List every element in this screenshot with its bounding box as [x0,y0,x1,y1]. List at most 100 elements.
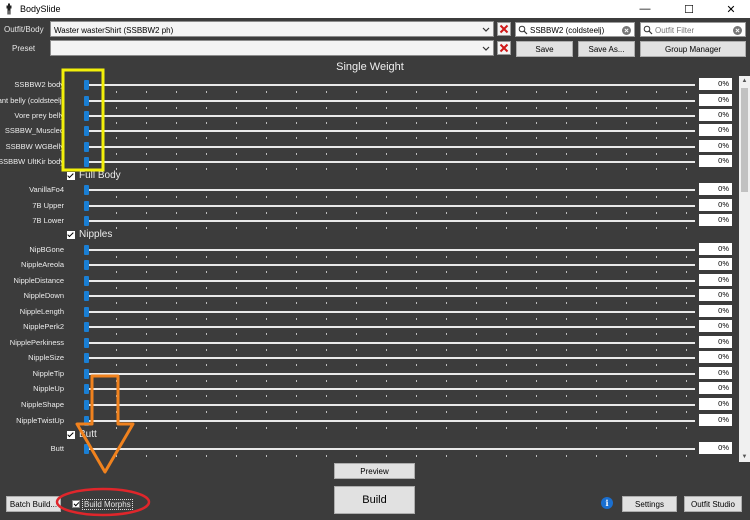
slider-thumb[interactable] [84,307,89,317]
info-icon[interactable]: i [601,497,613,509]
vertical-scrollbar[interactable]: ▲ ▼ [739,76,750,462]
slider-row: SSBBW_Muscled 0% [0,123,740,139]
slider-thumb[interactable] [84,96,89,106]
slider-label: Vore prey belly [14,111,64,120]
group-checkbox[interactable] [67,172,75,180]
slider-thumb[interactable] [84,185,89,195]
slider-value-field[interactable]: 0% [699,351,732,363]
slider-value-field[interactable]: 0% [699,199,732,211]
slider-thumb[interactable] [84,353,89,363]
slider-track[interactable] [86,311,695,313]
slider-track[interactable] [86,84,695,86]
slider-thumb[interactable] [84,322,89,332]
slider-value-field[interactable]: 0% [699,183,732,195]
slider-track[interactable] [86,189,695,191]
slider-value-field[interactable]: 0% [699,274,732,286]
slider-value-field[interactable]: 0% [699,442,732,454]
slider-thumb[interactable] [84,201,89,211]
slider-track[interactable] [86,220,695,222]
tick-mark [656,427,657,429]
tick-mark [416,168,417,170]
checkbox-checked[interactable] [72,500,80,508]
slider-track[interactable] [86,420,695,422]
slider-value-field[interactable]: 0% [699,258,732,270]
tick-mark [296,227,297,229]
slider-track[interactable] [86,115,695,117]
tick-mark [176,427,177,429]
slider-thumb[interactable] [84,111,89,121]
slider-thumb[interactable] [84,416,89,426]
slider-thumb[interactable] [84,291,89,301]
slider-value-field[interactable]: 0% [699,214,732,226]
slider-thumb[interactable] [84,142,89,152]
slider-track[interactable] [86,342,695,344]
slider-track[interactable] [86,146,695,148]
slider-track[interactable] [86,249,695,251]
slider-value-field[interactable]: 0% [699,94,732,106]
slider-thumb[interactable] [84,400,89,410]
group-checkbox[interactable] [67,231,75,239]
slider-track[interactable] [86,448,695,450]
slider-value-field[interactable]: 0% [699,367,732,379]
slider-value-field[interactable]: 0% [699,124,732,136]
slider-value-field[interactable]: 0% [699,414,732,426]
tick-mark [656,168,657,170]
scroll-down-arrow-icon[interactable]: ▼ [739,452,750,462]
slider-track[interactable] [86,295,695,297]
slider-track[interactable] [86,404,695,406]
slider-track[interactable] [86,388,695,390]
slider-track[interactable] [86,326,695,328]
slider-thumb[interactable] [84,444,89,454]
slider-value-field[interactable]: 0% [699,398,732,410]
slider-track[interactable] [86,357,695,359]
tick-mark [416,427,417,429]
slider-thumb[interactable] [84,126,89,136]
slider-track[interactable] [86,280,695,282]
slider-thumb[interactable] [84,338,89,348]
scroll-up-arrow-icon[interactable]: ▲ [739,76,750,86]
slider-value-field[interactable]: 0% [699,78,732,90]
slider-track[interactable] [86,130,695,132]
slider-track[interactable] [86,100,695,102]
slider-thumb[interactable] [84,80,89,90]
tick-mark [446,455,447,457]
slider-track[interactable] [86,264,695,266]
slider-thumb[interactable] [84,369,89,379]
slider-thumb[interactable] [84,384,89,394]
slider-value-field[interactable]: 0% [699,243,732,255]
slider-row: NippleUp 0% [0,381,740,397]
tick-mark [476,227,477,229]
slider-label: 7B Upper [32,201,64,210]
build-button[interactable]: Build [334,486,415,514]
slider-value-field[interactable]: 0% [699,336,732,348]
slider-track[interactable] [86,205,695,207]
group-checkbox[interactable] [67,431,75,439]
slider-value-field[interactable]: 0% [699,382,732,394]
slider-label: NippleDistance [13,276,64,285]
tick-mark [386,455,387,457]
slider-row: 7B Upper 0% [0,198,740,214]
slider-value-field[interactable]: 0% [699,140,732,152]
slider-thumb[interactable] [84,157,89,167]
slider-track[interactable] [86,373,695,375]
slider-value-field[interactable]: 0% [699,155,732,167]
slider-thumb[interactable] [84,245,89,255]
tick-mark [596,427,597,429]
slider-track[interactable] [86,161,695,163]
tick-mark [206,168,207,170]
preview-button[interactable]: Preview [334,463,415,479]
tick-mark [596,455,597,457]
slider-value-field[interactable]: 0% [699,305,732,317]
slider-value-field[interactable]: 0% [699,109,732,121]
slider-value-field[interactable]: 0% [699,320,732,332]
slider-thumb[interactable] [84,276,89,286]
outfit-studio-button[interactable]: Outfit Studio [684,496,742,512]
slider-value-field[interactable]: 0% [699,289,732,301]
slider-ticks [86,227,695,229]
slider-thumb[interactable] [84,216,89,226]
slider-thumb[interactable] [84,260,89,270]
settings-button[interactable]: Settings [622,496,677,512]
scrollbar-thumb[interactable] [741,88,748,192]
batch-build-button[interactable]: Batch Build... [6,496,61,512]
tick-mark [506,227,507,229]
